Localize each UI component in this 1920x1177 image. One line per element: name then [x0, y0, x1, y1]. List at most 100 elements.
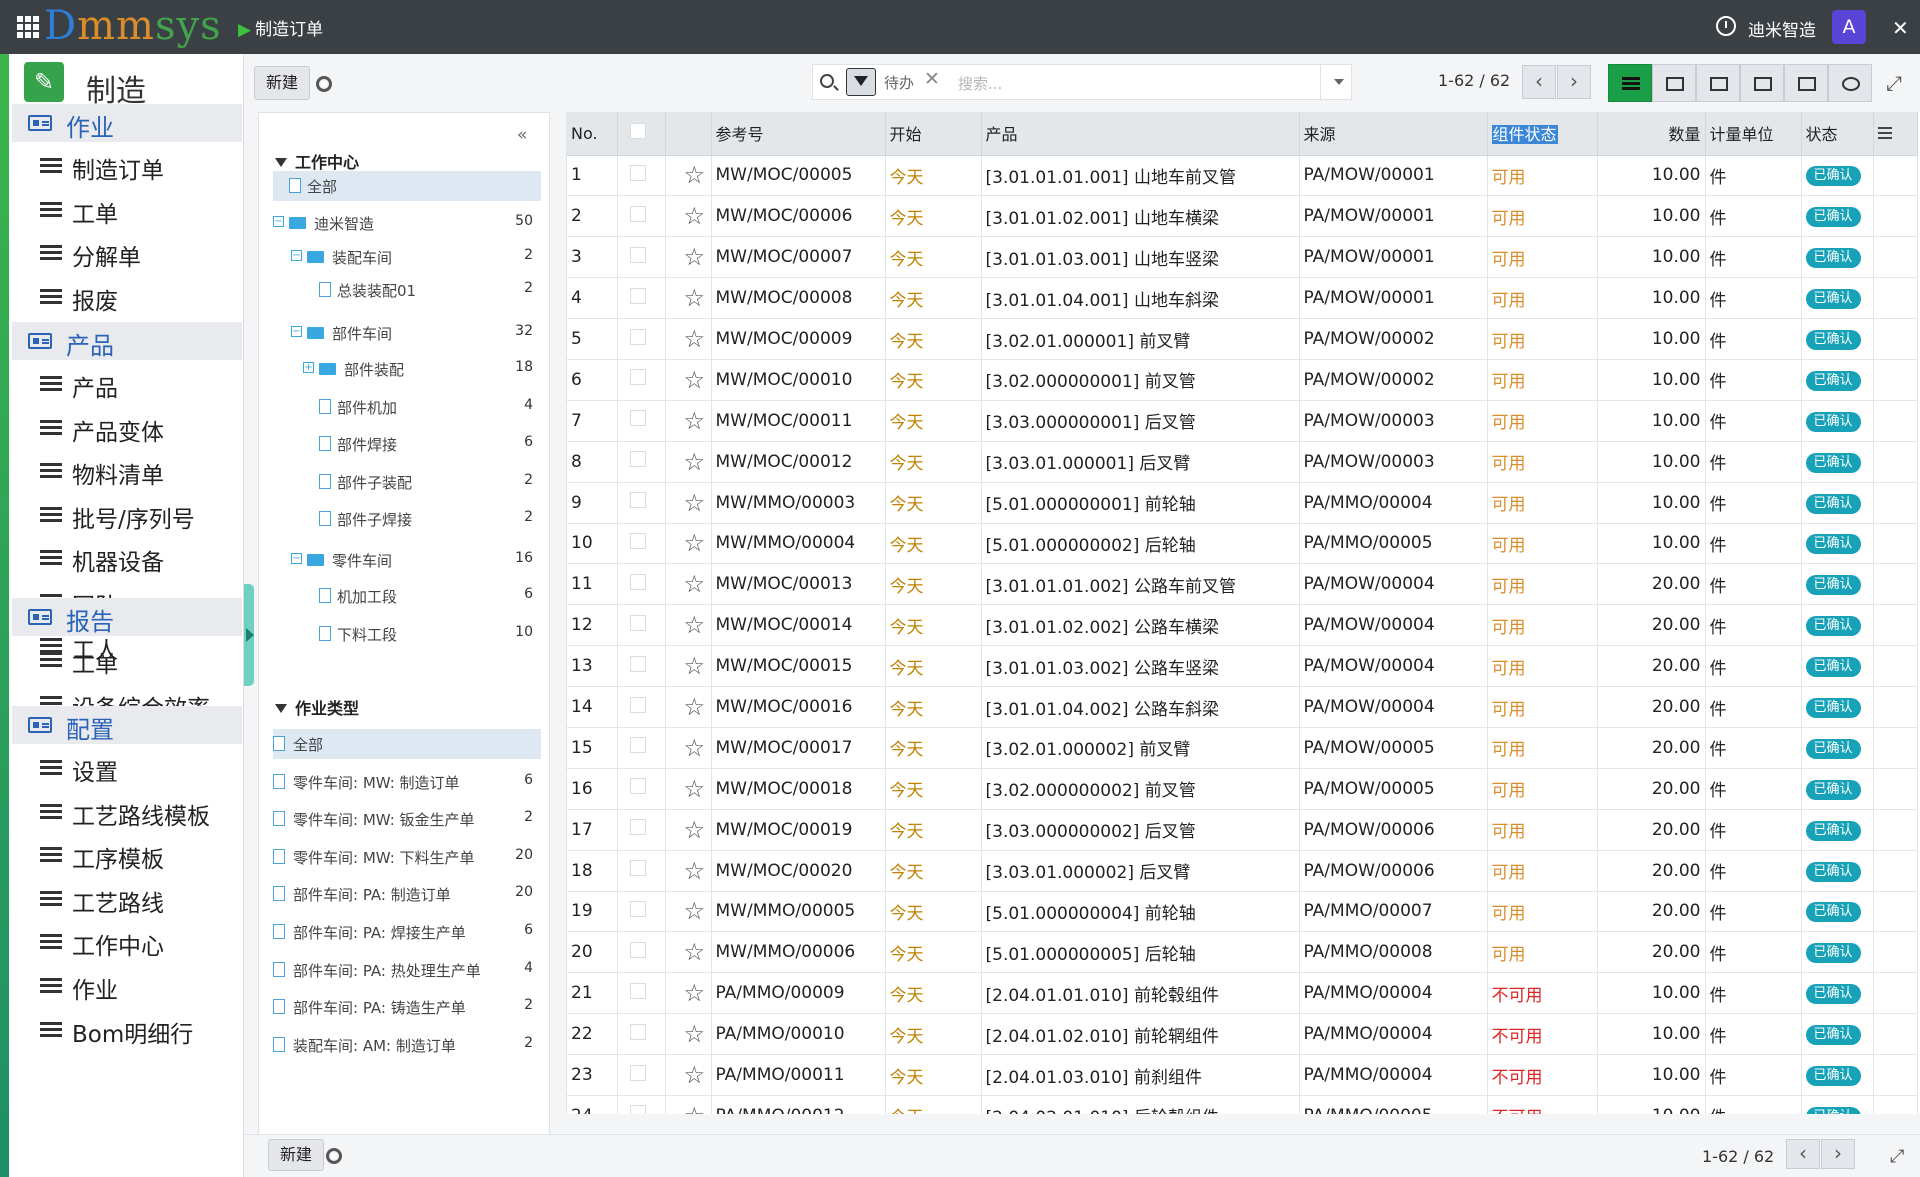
row-select[interactable] — [617, 768, 666, 810]
row-select[interactable] — [617, 523, 666, 565]
row-select[interactable] — [617, 604, 666, 647]
row-checkbox[interactable] — [629, 1064, 646, 1081]
table-row[interactable]: 4 ☆ MW/MOC/00008 今天 [3.01.01.04.001] 山地车斜梁 PA… — [567, 277, 1918, 320]
menu-section[interactable]: 报告 — [12, 598, 242, 636]
favorite[interactable]: ☆ — [665, 318, 712, 360]
star-icon[interactable]: ☆ — [670, 284, 706, 312]
favorite[interactable]: ☆ — [665, 523, 712, 565]
graph-view-button[interactable] — [1784, 64, 1828, 102]
favorite[interactable]: ☆ — [665, 768, 712, 810]
favorite[interactable]: ☆ — [665, 1013, 712, 1056]
gear-icon[interactable] — [316, 76, 332, 92]
row-select[interactable] — [617, 931, 666, 974]
favorite[interactable]: ☆ — [665, 645, 712, 688]
star-icon[interactable]: ☆ — [670, 570, 706, 598]
tree-node[interactable]: 总装装配01 2 — [273, 275, 541, 305]
gear-icon[interactable] — [326, 1148, 342, 1164]
row-select[interactable] — [617, 359, 666, 401]
tree-node[interactable]: 部件焊接 6 — [273, 429, 541, 459]
table-row[interactable]: 15 ☆ MW/MOC/00017 今天 [3.02.01.000002] 前叉臂 PA/… — [567, 727, 1918, 769]
favorite[interactable]: ☆ — [665, 482, 712, 524]
col-no[interactable]: No. — [567, 112, 618, 156]
tree-node[interactable]: 部件子焊接 2 — [273, 504, 541, 534]
star-icon[interactable]: ☆ — [670, 816, 706, 844]
company-switcher[interactable]: 迪米智造 — [1748, 16, 1816, 41]
new-button-bottom[interactable]: 新建 — [268, 1139, 324, 1171]
menu-section[interactable]: 产品 — [12, 322, 242, 360]
pager-next-button-bottom[interactable]: › — [1821, 1139, 1855, 1169]
menu-item[interactable]: 作业 — [12, 966, 242, 1004]
star-icon[interactable]: ☆ — [670, 1061, 706, 1089]
menu-item[interactable]: 工作中心 — [12, 922, 242, 960]
row-select[interactable] — [617, 1054, 666, 1096]
tree-node[interactable]: + 部件装配 18 — [273, 354, 541, 384]
star-icon[interactable]: ☆ — [670, 1102, 706, 1114]
row-select[interactable] — [617, 563, 666, 606]
row-select[interactable] — [617, 155, 666, 197]
menu-item[interactable]: 物料清单 — [12, 451, 242, 489]
favorite[interactable]: ☆ — [665, 850, 712, 892]
row-checkbox[interactable] — [629, 941, 646, 958]
pivot-view-button[interactable] — [1740, 64, 1784, 102]
table-row[interactable]: 22 ☆ PA/MMO/00010 今天 [2.04.01.02.010] 前轮辋组件 P… — [567, 1013, 1918, 1056]
table-row[interactable]: 5 ☆ MW/MOC/00009 今天 [3.02.01.000001] 前叉臂 PA/M… — [567, 318, 1918, 360]
star-icon[interactable]: ☆ — [670, 529, 706, 557]
menu-item[interactable]: 机器设备 — [12, 538, 242, 576]
favorite[interactable]: ☆ — [665, 809, 712, 851]
col-product[interactable]: 产品 — [981, 112, 1300, 156]
pager-previous-button[interactable]: ‹ — [1522, 65, 1556, 99]
favorite[interactable]: ☆ — [665, 441, 712, 483]
collapse-node-icon[interactable]: − — [291, 326, 302, 337]
table-row[interactable]: 12 ☆ MW/MOC/00014 今天 [3.01.01.02.002] 公路车横梁 P… — [567, 604, 1918, 647]
favorite[interactable]: ☆ — [665, 400, 712, 442]
tree-node[interactable]: 部件车间: PA: 铸造生产单 2 — [273, 992, 541, 1022]
row-select[interactable] — [617, 850, 666, 892]
row-checkbox[interactable] — [629, 860, 646, 877]
menu-item[interactable]: 分解单 — [12, 233, 242, 271]
row-select[interactable] — [617, 727, 666, 769]
tree-node[interactable]: 部件车间: PA: 热处理生产单 4 — [273, 955, 541, 985]
tree-node[interactable]: 全部 — [273, 171, 541, 201]
table-row[interactable]: 2 ☆ MW/MOC/00006 今天 [3.01.01.02.001] 山地车横梁 PA… — [567, 195, 1918, 238]
tree-node[interactable]: − 零件车间 16 — [273, 545, 541, 575]
star-icon[interactable]: ☆ — [670, 857, 706, 885]
star-icon[interactable]: ☆ — [670, 775, 706, 803]
favorite[interactable]: ☆ — [665, 931, 712, 974]
tree-node[interactable]: 部件车间: PA: 制造订单 20 — [273, 879, 541, 909]
col-state[interactable]: 状态 — [1801, 112, 1874, 156]
row-checkbox[interactable] — [629, 737, 646, 754]
fullscreen-toggle-icon[interactable]: ✕ — [1892, 16, 1909, 40]
row-select[interactable] — [617, 236, 666, 279]
expand-node-icon[interactable]: + — [303, 362, 314, 373]
table-row[interactable]: 13 ☆ MW/MOC/00015 今天 [3.01.01.03.002] 公路车竖梁 P… — [567, 645, 1918, 688]
pager-next-button[interactable]: › — [1557, 65, 1591, 99]
menu-item[interactable]: 产品 — [12, 364, 242, 402]
favorite[interactable]: ☆ — [665, 563, 712, 606]
row-checkbox[interactable] — [629, 655, 646, 672]
star-icon[interactable]: ☆ — [670, 325, 706, 353]
row-select[interactable] — [617, 318, 666, 360]
row-select[interactable] — [617, 195, 666, 238]
user-avatar[interactable]: A — [1832, 10, 1866, 44]
table-row[interactable]: 3 ☆ MW/MOC/00007 今天 [3.01.01.03.001] 山地车竖梁 PA… — [567, 236, 1918, 279]
star-icon[interactable]: ☆ — [670, 366, 706, 394]
table-row[interactable]: 11 ☆ MW/MOC/00013 今天 [3.01.01.01.002] 公路车前叉管… — [567, 563, 1918, 606]
star-icon[interactable]: ☆ — [670, 897, 706, 925]
menu-item[interactable]: 工单 — [12, 190, 242, 228]
star-icon[interactable]: ☆ — [670, 202, 706, 230]
table-row[interactable]: 17 ☆ MW/MOC/00019 今天 [3.03.000000002] 后叉管 PA/… — [567, 809, 1918, 851]
row-checkbox[interactable] — [629, 696, 646, 713]
table-row[interactable]: 23 ☆ PA/MMO/00011 今天 [2.04.01.03.010] 前刹组件 PA… — [567, 1054, 1918, 1096]
tree-node[interactable]: 下料工段 10 — [273, 619, 541, 649]
tree-node[interactable]: 部件车间: PA: 焊接生产单 6 — [273, 917, 541, 947]
column-settings-icon[interactable] — [1877, 126, 1892, 139]
collapse-node-icon[interactable]: − — [291, 250, 302, 261]
row-checkbox[interactable] — [629, 573, 646, 590]
col-uom[interactable]: 计量单位 — [1705, 112, 1802, 156]
row-checkbox[interactable] — [629, 410, 646, 427]
menu-item[interactable]: 报废 — [12, 277, 242, 315]
tree-node[interactable]: 零件车间: MW: 制造订单 6 — [273, 767, 541, 797]
tree-node[interactable]: − 部件车间 32 — [273, 318, 541, 348]
panel-resize-handle[interactable] — [244, 584, 254, 686]
star-icon[interactable]: ☆ — [670, 734, 706, 762]
